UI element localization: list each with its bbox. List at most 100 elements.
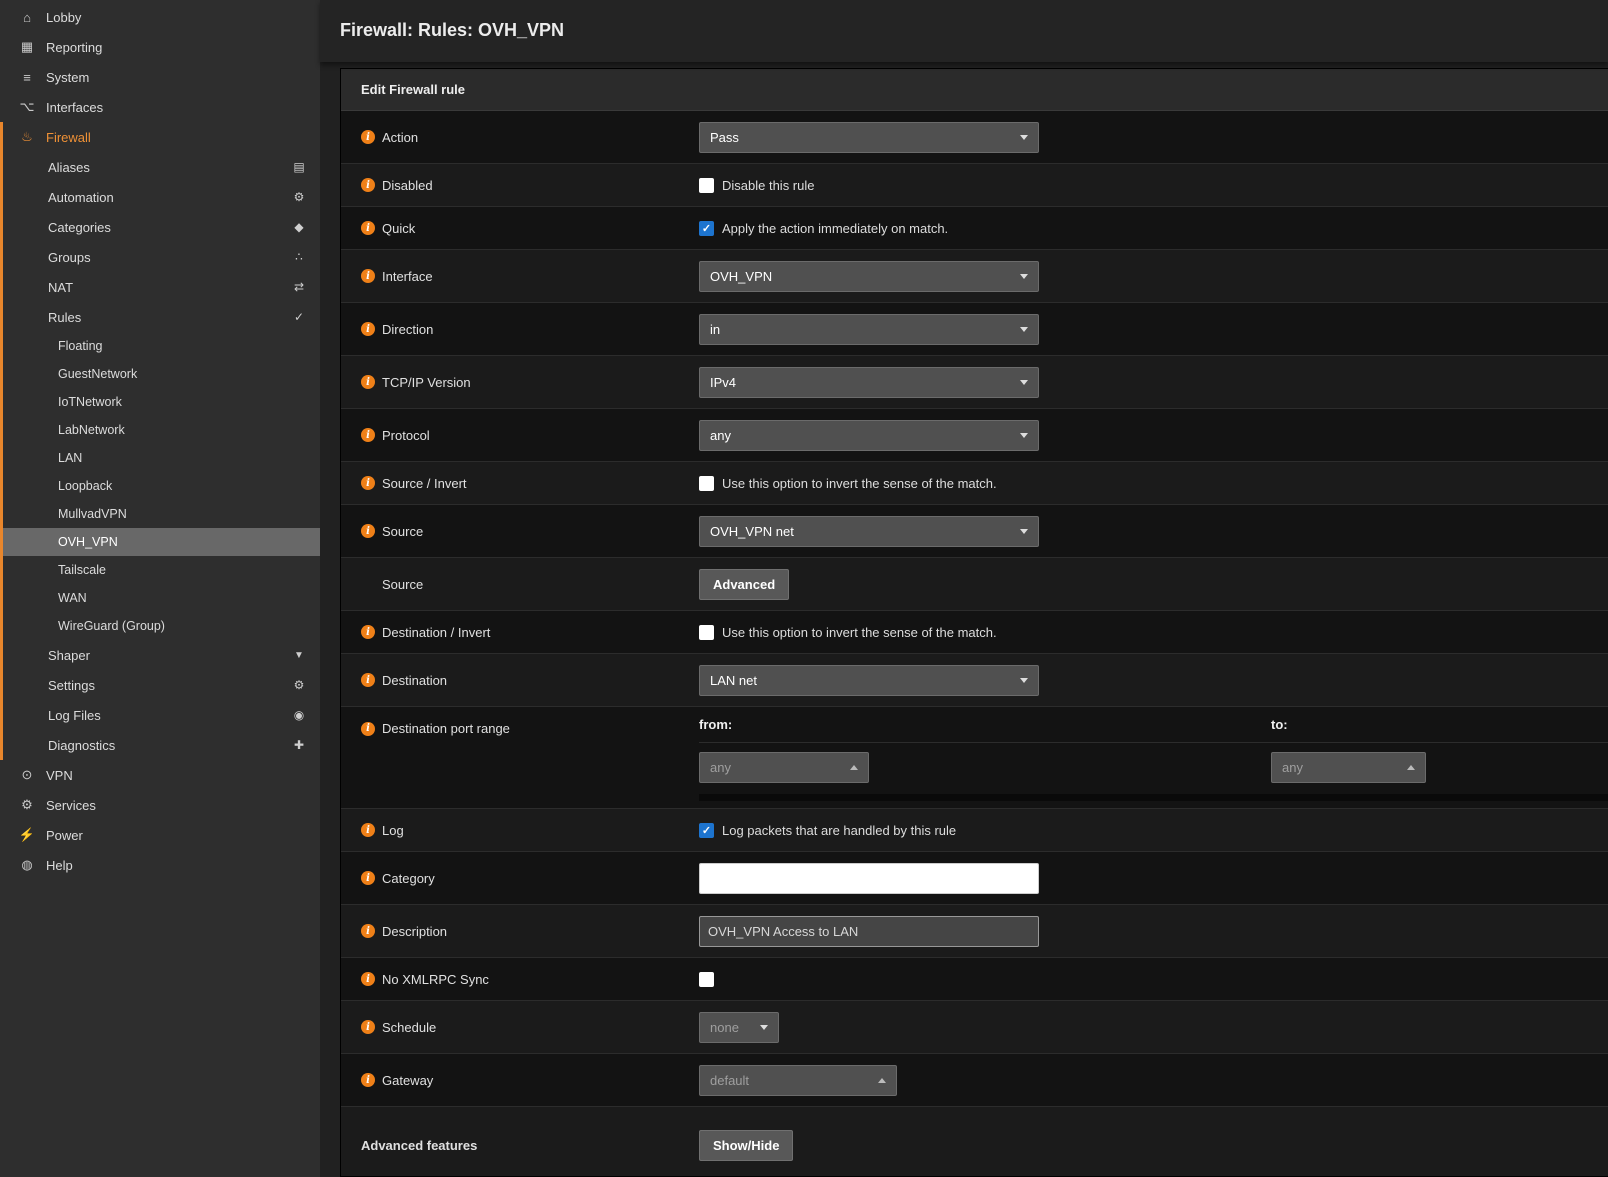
no-xmlrpc-sync-checkbox[interactable]: [699, 972, 714, 987]
sidebar-item-label: Automation: [48, 190, 114, 205]
info-icon[interactable]: [361, 322, 375, 336]
action-select[interactable]: Pass: [699, 122, 1039, 153]
reporting-icon: [18, 39, 36, 55]
field-row-source: Source OVH_VPN net: [341, 505, 1608, 558]
field-row-source-invert: Source / Invert Use this option to inver…: [341, 462, 1608, 505]
sidebar-item-shaper[interactable]: Shaper: [3, 640, 320, 670]
sidebar-item-diagnostics[interactable]: Diagnostics: [3, 730, 320, 760]
sidebar-item-labnetwork[interactable]: LabNetwork: [3, 416, 320, 444]
info-icon[interactable]: [361, 130, 375, 144]
sidebar-item-ovh-vpn[interactable]: OVH_VPN: [3, 528, 320, 556]
info-icon[interactable]: [361, 476, 375, 490]
sidebar-item-nat[interactable]: NAT: [3, 272, 320, 302]
sidebar-item-wan[interactable]: WAN: [3, 584, 320, 612]
sidebar-item-groups[interactable]: Groups: [3, 242, 320, 272]
sidebar-item-label: NAT: [48, 280, 73, 295]
sidebar-item-iotnetwork[interactable]: IoTNetwork: [3, 388, 320, 416]
firewall-icon: [18, 129, 36, 145]
caret-down-icon: [1020, 678, 1028, 683]
info-icon[interactable]: [361, 924, 375, 938]
interface-select[interactable]: OVH_VPN: [699, 261, 1039, 292]
sidebar-item-system[interactable]: System: [0, 62, 320, 92]
sidebar-item-automation[interactable]: Automation: [3, 182, 320, 212]
sidebar-item-settings[interactable]: Settings: [3, 670, 320, 700]
info-icon[interactable]: [361, 673, 375, 687]
sidebar-item-reporting[interactable]: Reporting: [0, 32, 320, 62]
page-header: Firewall: Rules: OVH_VPN: [320, 0, 1608, 62]
field-row-description: Description: [341, 905, 1608, 958]
port-to-select[interactable]: any: [1271, 752, 1426, 783]
checkbox-label: Disable this rule: [722, 178, 815, 193]
info-icon[interactable]: [361, 1020, 375, 1034]
source-select[interactable]: OVH_VPN net: [699, 516, 1039, 547]
sidebar-item-label: Aliases: [48, 160, 90, 175]
log-checkbox[interactable]: [699, 823, 714, 838]
sidebar-item-lobby[interactable]: Lobby: [0, 2, 320, 32]
destination-invert-checkbox[interactable]: [699, 625, 714, 640]
source-advanced-button[interactable]: Advanced: [699, 569, 789, 600]
disabled-checkbox[interactable]: [699, 178, 714, 193]
field-row-gateway: Gateway default: [341, 1054, 1608, 1107]
info-icon[interactable]: [361, 269, 375, 283]
sidebar-item-guestnetwork[interactable]: GuestNetwork: [3, 360, 320, 388]
info-icon[interactable]: [361, 823, 375, 837]
sidebar-item-label: Loopback: [58, 479, 112, 493]
field-row-direction: Direction in: [341, 303, 1608, 356]
sidebar-item-floating[interactable]: Floating: [3, 332, 320, 360]
sidebar-item-loopback[interactable]: Loopback: [3, 472, 320, 500]
info-icon[interactable]: [361, 221, 375, 235]
info-icon[interactable]: [361, 524, 375, 538]
info-icon[interactable]: [361, 722, 375, 736]
protocol-select[interactable]: any: [699, 420, 1039, 451]
info-icon[interactable]: [361, 1073, 375, 1087]
show-hide-advanced-button[interactable]: Show/Hide: [699, 1130, 793, 1161]
sidebar-item-label: LAN: [58, 451, 82, 465]
info-icon[interactable]: [361, 871, 375, 885]
sidebar-item-services[interactable]: Services: [0, 790, 320, 820]
field-row-schedule: Schedule none: [341, 1001, 1608, 1054]
sidebar-item-firewall[interactable]: Firewall: [3, 122, 320, 152]
quick-checkbox[interactable]: [699, 221, 714, 236]
sidebar-item-label: Settings: [48, 678, 95, 693]
field-label: Log: [382, 823, 404, 838]
info-icon[interactable]: [361, 428, 375, 442]
check-icon: [290, 310, 308, 324]
info-icon[interactable]: [361, 972, 375, 986]
sidebar-item-label: Lobby: [46, 10, 81, 25]
sidebar-item-label: Log Files: [48, 708, 101, 723]
destination-select[interactable]: LAN net: [699, 665, 1039, 696]
sidebar-item-label: Rules: [48, 310, 81, 325]
caret-down-icon: [1020, 380, 1028, 385]
checkbox-label: Apply the action immediately on match.: [722, 221, 948, 236]
direction-select[interactable]: in: [699, 314, 1039, 345]
schedule-select[interactable]: none: [699, 1012, 779, 1043]
caret-down-icon: [1020, 274, 1028, 279]
info-icon[interactable]: [361, 375, 375, 389]
sidebar-item-lan[interactable]: LAN: [3, 444, 320, 472]
ip-version-select[interactable]: IPv4: [699, 367, 1039, 398]
sidebar-item-label: Power: [46, 828, 83, 843]
sidebar-item-power[interactable]: Power: [0, 820, 320, 850]
sidebar-item-mullvadvpn[interactable]: MullvadVPN: [3, 500, 320, 528]
sidebar-item-rules[interactable]: Rules: [3, 302, 320, 332]
sidebar-item-log-files[interactable]: Log Files: [3, 700, 320, 730]
description-input[interactable]: [699, 916, 1039, 947]
info-icon[interactable]: [361, 625, 375, 639]
sidebar-item-vpn[interactable]: VPN: [0, 760, 320, 790]
source-invert-checkbox[interactable]: [699, 476, 714, 491]
sidebar-item-categories[interactable]: Categories: [3, 212, 320, 242]
category-input[interactable]: [699, 863, 1039, 894]
info-icon[interactable]: [361, 178, 375, 192]
caret-down-icon: [1020, 135, 1028, 140]
port-from-select[interactable]: any: [699, 752, 869, 783]
sidebar-item-interfaces[interactable]: Interfaces: [0, 92, 320, 122]
sidebar-item-wireguard-group[interactable]: WireGuard (Group): [3, 612, 320, 640]
gateway-select[interactable]: default: [699, 1065, 897, 1096]
horizontal-scrollbar[interactable]: [699, 794, 1608, 801]
sidebar-item-tailscale[interactable]: Tailscale: [3, 556, 320, 584]
sidebar-item-aliases[interactable]: Aliases: [3, 152, 320, 182]
sidebar-item-help[interactable]: Help: [0, 850, 320, 880]
services-gear-icon: [18, 797, 36, 813]
checkbox-label: Log packets that are handled by this rul…: [722, 823, 956, 838]
port-from-label: from:: [699, 717, 1271, 732]
